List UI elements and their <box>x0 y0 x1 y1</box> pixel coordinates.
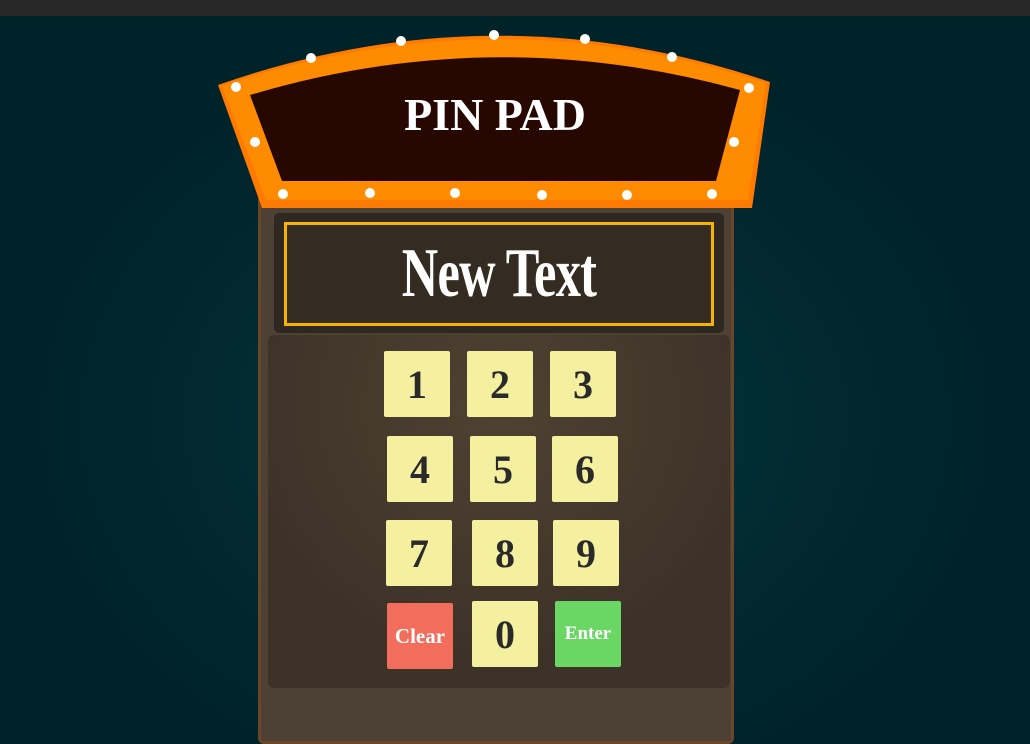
key-3[interactable]: 3 <box>550 351 616 417</box>
key-4[interactable]: 4 <box>387 436 453 502</box>
key-5[interactable]: 5 <box>470 436 536 502</box>
pin-display: New Text <box>284 222 714 326</box>
key-1[interactable]: 1 <box>384 351 450 417</box>
key-0[interactable]: 0 <box>472 601 538 667</box>
key-2[interactable]: 2 <box>467 351 533 417</box>
key-9[interactable]: 9 <box>553 520 619 586</box>
key-8[interactable]: 8 <box>472 520 538 586</box>
pin-display-text: New Text <box>401 235 597 312</box>
key-7[interactable]: 7 <box>386 520 452 586</box>
pin-pad-title: PIN PAD <box>404 89 586 140</box>
enter-button[interactable]: Enter <box>555 601 621 667</box>
clear-button[interactable]: Clear <box>387 603 453 669</box>
key-6[interactable]: 6 <box>552 436 618 502</box>
